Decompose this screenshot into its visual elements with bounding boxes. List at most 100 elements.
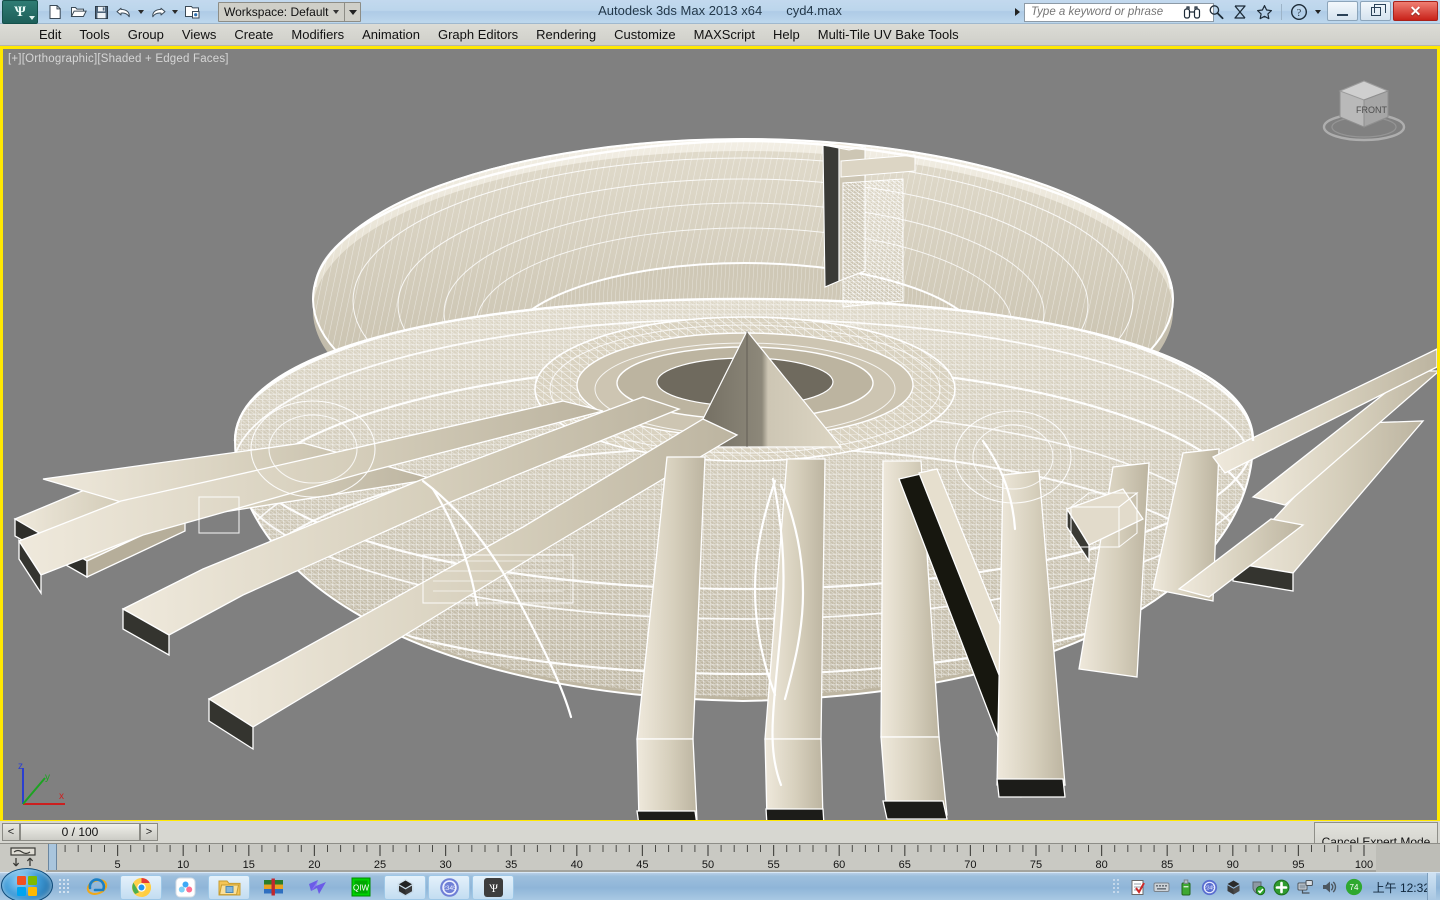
axis-x-label: x	[59, 791, 64, 802]
menu-rendering[interactable]: Rendering	[527, 25, 605, 44]
svg-text:2345: 2345	[442, 885, 457, 892]
app-title-text: Autodesk 3ds Max 2013 x64	[598, 3, 763, 18]
minimize-button[interactable]	[1327, 1, 1358, 21]
chevron-down-icon	[332, 10, 339, 14]
application-menu-button[interactable]: Ѱ	[2, 0, 38, 24]
file-name-text: cyd4.max	[786, 3, 842, 18]
binoculars-icon[interactable]	[1182, 2, 1202, 22]
quick-launch-grip[interactable]	[56, 877, 72, 897]
svg-text:10: 10	[177, 859, 189, 871]
quick-access-toolbar	[44, 1, 203, 23]
open-mini-curve-editor-icon[interactable]	[5, 846, 41, 870]
menu-create[interactable]: Create	[225, 25, 282, 44]
taskbar-windows-explorer[interactable]	[208, 874, 250, 900]
menu-maxscript[interactable]: MAXScript	[685, 25, 764, 44]
set-project-folder-icon[interactable]	[181, 2, 203, 23]
svg-text:70: 70	[964, 859, 976, 871]
help-dropdown-icon[interactable]	[1313, 2, 1322, 22]
undo-icon[interactable]	[113, 2, 135, 23]
help-icon[interactable]: ?	[1289, 2, 1309, 22]
3dsmax-logo-icon: Ѱ	[14, 3, 26, 20]
viewport-label[interactable]: [+][Orthographic][Shaded + Edged Faces]	[8, 53, 229, 65]
menu-views[interactable]: Views	[173, 25, 225, 44]
new-file-icon[interactable]	[44, 2, 66, 23]
redo-icon[interactable]	[147, 2, 169, 23]
tray-network-icon[interactable]	[1297, 878, 1315, 896]
window-controls: ✕	[1327, 1, 1438, 21]
tray-notes-icon[interactable]	[1129, 878, 1147, 896]
redo-dropdown-icon[interactable]	[170, 2, 180, 23]
tray-plus-icon[interactable]	[1273, 878, 1291, 896]
taskbar-bird-app[interactable]	[296, 875, 338, 900]
next-frame-button[interactable]: >	[140, 823, 158, 841]
start-button[interactable]	[1, 868, 53, 900]
menu-animation[interactable]: Animation	[353, 25, 429, 44]
tray-shield-icon[interactable]	[1249, 878, 1267, 896]
svg-text:35: 35	[505, 859, 517, 871]
timeline-playhead[interactable]	[48, 844, 57, 870]
axis-tripod: x z y	[15, 760, 71, 812]
svg-text:QIW: QIW	[353, 884, 369, 893]
tray-battery-icon[interactable]: 74	[1345, 878, 1363, 896]
taskbar: QIW 2345 Ѱ 2345 74 上午 12:32	[0, 868, 1440, 900]
svg-text:20: 20	[308, 859, 320, 871]
svg-text:80: 80	[1095, 859, 1107, 871]
hourglass-icon[interactable]	[1230, 2, 1250, 22]
tray-usb-icon[interactable]	[1177, 878, 1195, 896]
title-bar: Ѱ Workspace: Default Autodesk 3ds Max 20…	[0, 0, 1440, 24]
taskbar-google-chrome[interactable]	[120, 874, 162, 900]
menu-edit[interactable]: Edit	[30, 25, 70, 44]
taskbar-internet-explorer[interactable]	[76, 875, 118, 900]
vertical-mast	[822, 142, 916, 308]
restore-button[interactable]	[1360, 1, 1391, 21]
tray-keyboard-icon[interactable]	[1153, 878, 1171, 896]
viewport-frame: [+][Orthographic][Shaded + Edged Faces]	[0, 46, 1440, 820]
menu-graph-editors[interactable]: Graph Editors	[429, 25, 527, 44]
taskbar-clock[interactable]: 上午 12:32	[1373, 879, 1430, 896]
svg-text:75: 75	[1030, 859, 1042, 871]
timeline-ruler[interactable]: 0510152025303540455055606570758085909510…	[46, 844, 1376, 872]
save-file-icon[interactable]	[90, 2, 112, 23]
taskbar-winrar[interactable]	[252, 875, 294, 900]
taskbar-blue-circle[interactable]: 2345	[428, 874, 470, 900]
current-frame-field[interactable]: 0 / 100	[20, 823, 140, 841]
close-button[interactable]: ✕	[1393, 1, 1438, 21]
workspace-dropdown-button[interactable]	[344, 2, 361, 22]
menu-customize[interactable]: Customize	[605, 25, 684, 44]
help-toolbar: ?	[1182, 1, 1322, 23]
menu-group[interactable]: Group	[119, 25, 173, 44]
svg-text:15: 15	[243, 859, 255, 871]
menu-help[interactable]: Help	[764, 25, 809, 44]
open-file-icon[interactable]	[67, 2, 89, 23]
menu-bar: Edit Tools Group Views Create Modifiers …	[0, 24, 1440, 46]
magnifier-icon[interactable]	[1206, 2, 1226, 22]
search-expand-icon[interactable]	[1010, 2, 1024, 22]
svg-text:95: 95	[1292, 859, 1304, 871]
taskbar-unity[interactable]	[384, 874, 426, 900]
tray-unity-icon[interactable]	[1225, 878, 1243, 896]
tray-grip-icon[interactable]	[1111, 876, 1123, 898]
system-tray: 2345 74 上午 12:32	[1111, 873, 1436, 900]
menu-tools[interactable]: Tools	[70, 25, 118, 44]
viewport-perspective[interactable]: [+][Orthographic][Shaded + Edged Faces]	[3, 49, 1437, 820]
viewcube[interactable]: FRONT	[1316, 67, 1412, 145]
workspace-label: Workspace: Default	[224, 5, 329, 19]
workspace-selector[interactable]: Workspace: Default	[218, 2, 348, 22]
app-root: Ѱ Workspace: Default Autodesk 3ds Max 20…	[0, 0, 1440, 900]
undo-dropdown-icon[interactable]	[136, 2, 146, 23]
taskbar-3dsmax[interactable]: Ѱ	[472, 874, 514, 900]
menu-modifiers[interactable]: Modifiers	[282, 25, 353, 44]
axis-z-label: z	[18, 761, 23, 772]
svg-text:5: 5	[115, 859, 121, 871]
battery-percent-text: 74	[1349, 883, 1358, 892]
tray-volume-icon[interactable]	[1321, 878, 1339, 896]
taskbar-qiw[interactable]: QIW	[340, 875, 382, 900]
menu-multi-tile-uv-bake-tools[interactable]: Multi-Tile UV Bake Tools	[809, 25, 968, 44]
tray-2345-icon[interactable]: 2345	[1201, 878, 1219, 896]
svg-text:40: 40	[571, 859, 583, 871]
star-icon[interactable]	[1254, 2, 1274, 22]
chevron-down-icon	[348, 9, 357, 15]
previous-frame-button[interactable]: <	[2, 823, 20, 841]
taskbar-app-blue[interactable]	[164, 875, 206, 900]
show-desktop-button[interactable]	[1427, 873, 1436, 900]
